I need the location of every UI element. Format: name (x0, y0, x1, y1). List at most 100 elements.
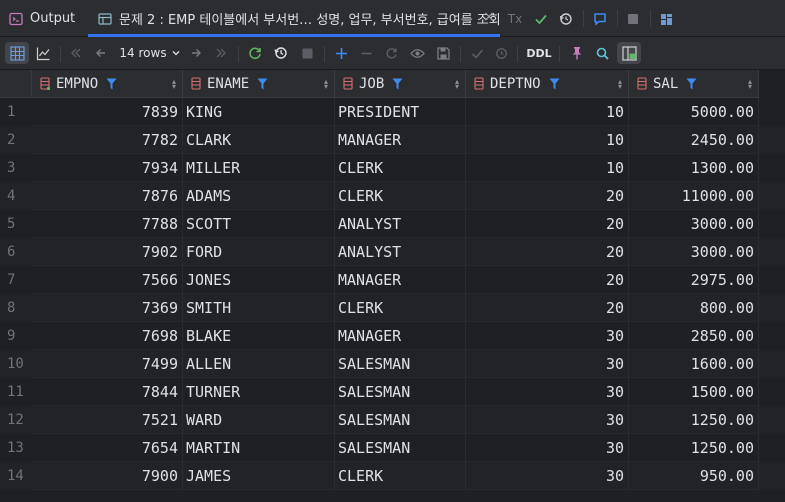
cell-ename[interactable]: MARTIN (183, 434, 335, 462)
cell-deptno[interactable]: 10 (466, 98, 629, 126)
cell-deptno[interactable]: 10 (466, 126, 629, 154)
cell-job[interactable]: PRESIDENT (335, 98, 466, 126)
table-row[interactable]: 12 7521 WARD SALESMAN 30 1250.00 (0, 406, 785, 434)
cell-empno[interactable]: 7698 (32, 322, 183, 350)
cell-deptno[interactable]: 20 (466, 182, 629, 210)
cell-empno[interactable]: 7844 (32, 378, 183, 406)
save-icon[interactable] (433, 42, 453, 64)
cell-sal[interactable]: 1250.00 (629, 406, 759, 434)
cell-deptno[interactable]: 20 (466, 266, 629, 294)
cell-empno[interactable]: 7782 (32, 126, 183, 154)
table-row[interactable]: 13 7654 MARTIN SALESMAN 30 1250.00 (0, 434, 785, 462)
column-header-empno[interactable]: EMPNO ▴ ▾ (32, 70, 183, 98)
cell-job[interactable]: MANAGER (335, 126, 466, 154)
cell-job[interactable]: CLERK (335, 182, 466, 210)
cell-deptno[interactable]: 30 (466, 322, 629, 350)
table-row[interactable]: 10 7499 ALLEN SALESMAN 30 1600.00 (0, 350, 785, 378)
tab-output[interactable]: Output (9, 0, 75, 37)
cell-empno[interactable]: 7566 (32, 266, 183, 294)
cell-deptno[interactable]: 20 (466, 294, 629, 322)
cell-sal[interactable]: 3000.00 (629, 238, 759, 266)
refresh-icon[interactable] (245, 42, 265, 64)
cell-deptno[interactable]: 30 (466, 350, 629, 378)
cell-job[interactable]: MANAGER (335, 322, 466, 350)
cell-job[interactable]: ANALYST (335, 238, 466, 266)
table-view-icon[interactable] (5, 42, 29, 64)
cell-empno[interactable]: 7934 (32, 154, 183, 182)
sort-icon[interactable]: ▴ ▾ (618, 78, 622, 91)
layout-icon[interactable] (656, 9, 676, 29)
table-row[interactable]: 7 7566 JONES MANAGER 20 2975.00 (0, 266, 785, 294)
cell-ename[interactable]: SMITH (183, 294, 335, 322)
ddl-button[interactable]: DDL (526, 42, 552, 64)
cell-empno[interactable]: 7521 (32, 406, 183, 434)
cell-sal[interactable]: 1300.00 (629, 154, 759, 182)
cell-ename[interactable]: JONES (183, 266, 335, 294)
cell-ename[interactable]: CLARK (183, 126, 335, 154)
cell-deptno[interactable]: 10 (466, 154, 629, 182)
cell-ename[interactable]: ALLEN (183, 350, 335, 378)
filter-icon[interactable] (257, 78, 268, 90)
table-row[interactable]: 3 7934 MILLER CLERK 10 1300.00 (0, 154, 785, 182)
cell-ename[interactable]: FORD (183, 238, 335, 266)
cell-deptno[interactable]: 20 (466, 238, 629, 266)
revert-icon[interactable] (381, 42, 401, 64)
search-icon[interactable] (592, 42, 612, 64)
sort-icon[interactable]: ▴ ▾ (324, 78, 328, 91)
cell-empno[interactable]: 7788 (32, 210, 183, 238)
delete-row-icon[interactable] (356, 42, 376, 64)
cell-job[interactable]: ANALYST (335, 210, 466, 238)
chart-view-icon[interactable] (32, 42, 54, 64)
commit-icon[interactable] (531, 9, 551, 29)
previous-page-icon[interactable] (91, 42, 111, 64)
filter-icon[interactable] (549, 78, 560, 90)
table-row[interactable]: 4 7876 ADAMS CLERK 20 11000.00 (0, 182, 785, 210)
last-page-icon[interactable] (211, 42, 231, 64)
cell-sal[interactable]: 2850.00 (629, 322, 759, 350)
cell-empno[interactable]: 7499 (32, 350, 183, 378)
tab-query-result[interactable]: 문제 2 : EMP 테이블에서 부서번… 성명, 업무, 부서번호, 급여를 … (98, 0, 500, 37)
cell-ename[interactable]: MILLER (183, 154, 335, 182)
cell-job[interactable]: CLERK (335, 154, 466, 182)
next-page-icon[interactable] (186, 42, 206, 64)
cell-deptno[interactable]: 30 (466, 434, 629, 462)
cell-job[interactable]: CLERK (335, 462, 466, 490)
table-row[interactable]: 2 7782 CLARK MANAGER 10 2450.00 (0, 126, 785, 154)
cell-deptno[interactable]: 30 (466, 406, 629, 434)
column-header-deptno[interactable]: DEPTNO ▴ ▾ (466, 70, 629, 98)
cell-sal[interactable]: 2975.00 (629, 266, 759, 294)
sort-icon[interactable]: ▴ ▾ (455, 78, 459, 91)
submit-icon[interactable] (467, 42, 487, 64)
grid-corner[interactable] (0, 70, 32, 98)
cell-empno[interactable]: 7839 (32, 98, 183, 126)
cell-empno[interactable]: 7369 (32, 294, 183, 322)
first-page-icon[interactable] (66, 42, 86, 64)
cell-deptno[interactable]: 30 (466, 462, 629, 490)
filter-icon[interactable] (106, 78, 117, 90)
pin-icon[interactable] (567, 42, 587, 64)
sort-icon[interactable]: ▴ ▾ (748, 78, 752, 91)
close-tab-icon[interactable]: × (482, 10, 496, 24)
history-icon[interactable] (271, 42, 291, 64)
cell-job[interactable]: SALESMAN (335, 378, 466, 406)
rollback-changes-icon[interactable] (491, 42, 511, 64)
cell-sal[interactable]: 1500.00 (629, 378, 759, 406)
column-header-ename[interactable]: ENAME ▴ ▾ (183, 70, 335, 98)
table-row[interactable]: 14 7900 JAMES CLERK 30 950.00 (0, 462, 785, 490)
table-row[interactable]: 8 7369 SMITH CLERK 20 800.00 (0, 294, 785, 322)
filter-icon[interactable] (686, 78, 697, 90)
add-row-icon[interactable] (331, 42, 351, 64)
cell-empno[interactable]: 7654 (32, 434, 183, 462)
table-row[interactable]: 5 7788 SCOTT ANALYST 20 3000.00 (0, 210, 785, 238)
cell-ename[interactable]: WARD (183, 406, 335, 434)
cell-empno[interactable]: 7876 (32, 182, 183, 210)
cell-sal[interactable]: 5000.00 (629, 98, 759, 126)
stop-icon[interactable] (623, 9, 643, 29)
cell-job[interactable]: SALESMAN (335, 350, 466, 378)
filter-icon[interactable] (392, 78, 403, 90)
cell-ename[interactable]: BLAKE (183, 322, 335, 350)
column-header-sal[interactable]: SAL ▴ ▾ (629, 70, 759, 98)
cell-sal[interactable]: 950.00 (629, 462, 759, 490)
table-row[interactable]: 11 7844 TURNER SALESMAN 30 1500.00 (0, 378, 785, 406)
cell-job[interactable]: SALESMAN (335, 406, 466, 434)
